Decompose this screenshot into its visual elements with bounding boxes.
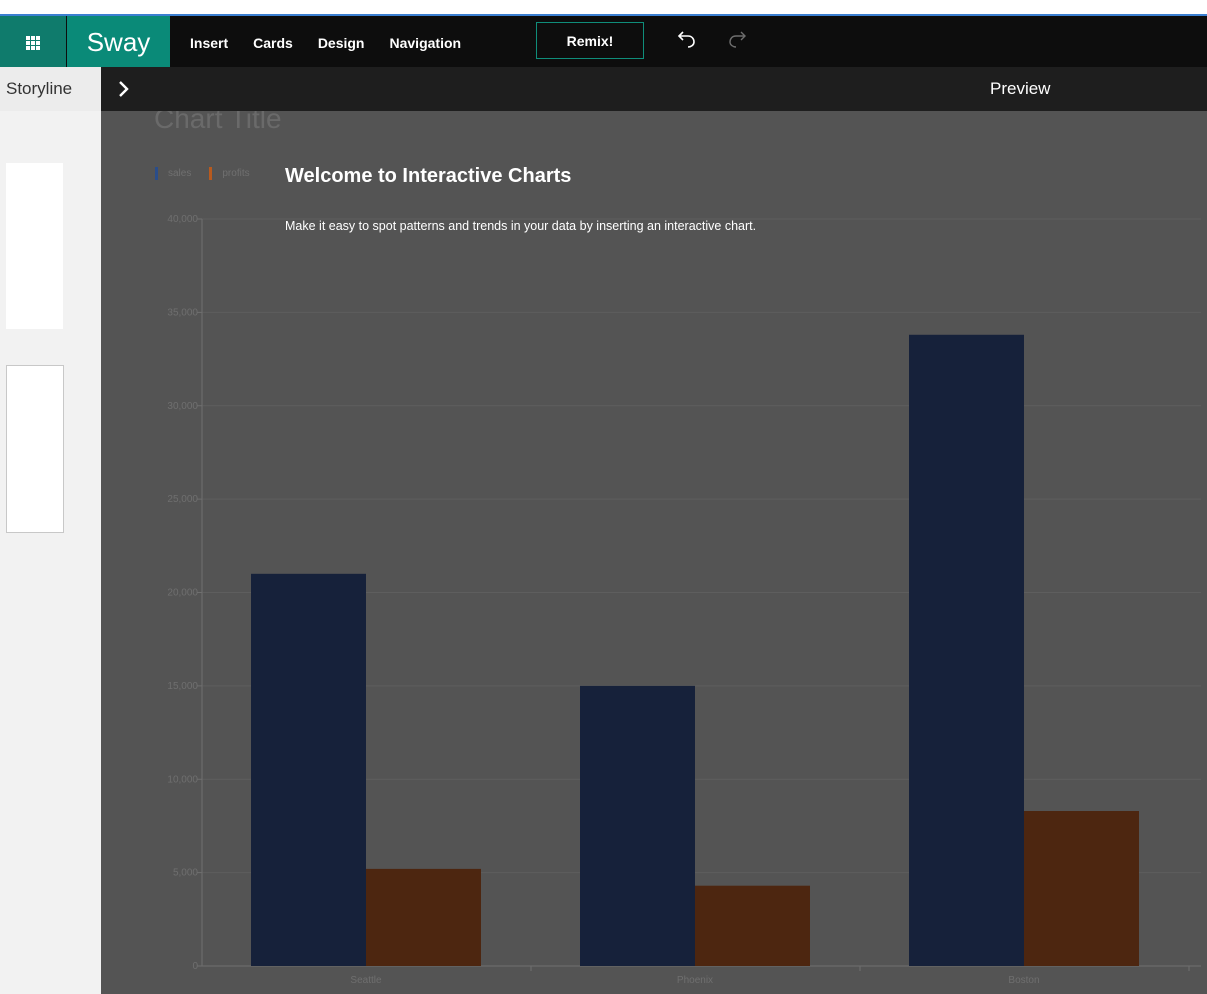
preview-pane: Chart Title sales profits 0 5,000 10,000 15…	[101, 111, 1207, 994]
y-tick-label: 20,000	[167, 588, 198, 599]
storyline-card[interactable]	[6, 163, 63, 329]
remix-button[interactable]: Remix!	[536, 22, 644, 59]
storyline-panel	[0, 111, 101, 994]
menu-design[interactable]: Design	[318, 35, 365, 51]
tab-storyline[interactable]: Storyline	[0, 67, 101, 111]
y-tick-label: 30,000	[167, 401, 198, 412]
bar-chart: 0 5,000 10,000 15,000 20,000 25,000 30,000 35,0…	[167, 214, 1201, 986]
redo-icon[interactable]	[726, 28, 748, 50]
x-tick-label: Boston	[1008, 975, 1039, 986]
y-tick-label: 5,000	[173, 868, 198, 879]
app-name[interactable]: Sway	[67, 16, 170, 69]
menu-insert[interactable]: Insert	[190, 35, 228, 51]
y-tick-label: 10,000	[167, 774, 198, 785]
bar-sales	[580, 685, 695, 966]
welcome-title: Welcome to Interactive Charts	[285, 165, 572, 187]
bar-profits	[1024, 810, 1139, 966]
welcome-description: Make it easy to spot patterns and trends…	[285, 219, 757, 233]
app-launcher-button[interactable]	[0, 16, 66, 69]
bar-profits	[366, 868, 481, 966]
sway-window: Sway Insert Cards Design Navigation Remi…	[0, 0, 1207, 994]
top-toolbar: Sway Insert Cards Design Navigation Remi…	[0, 14, 1207, 69]
storyline-card[interactable]	[6, 365, 64, 533]
bar-sales	[251, 573, 366, 966]
y-tick-label: 35,000	[167, 307, 198, 318]
menu-cards[interactable]: Cards	[253, 35, 293, 51]
bar-sales	[909, 334, 1024, 966]
x-tick-label: Phoenix	[677, 975, 713, 986]
y-tick-label: 40,000	[167, 214, 198, 225]
undo-icon[interactable]	[676, 28, 698, 50]
waffle-icon	[26, 35, 40, 50]
y-tick-label: 0	[192, 961, 198, 972]
bar-profits	[695, 885, 810, 966]
view-bar: Storyline Preview	[0, 67, 1207, 111]
preview-label: Preview	[990, 79, 1051, 98]
x-tick-label: Seattle	[350, 975, 382, 986]
y-tick-label: 25,000	[167, 494, 198, 505]
main-menu: Insert Cards Design Navigation	[190, 16, 486, 69]
menu-navigation[interactable]: Navigation	[390, 35, 462, 51]
y-tick-label: 15,000	[167, 681, 198, 692]
chevron-right-icon[interactable]	[112, 77, 136, 101]
